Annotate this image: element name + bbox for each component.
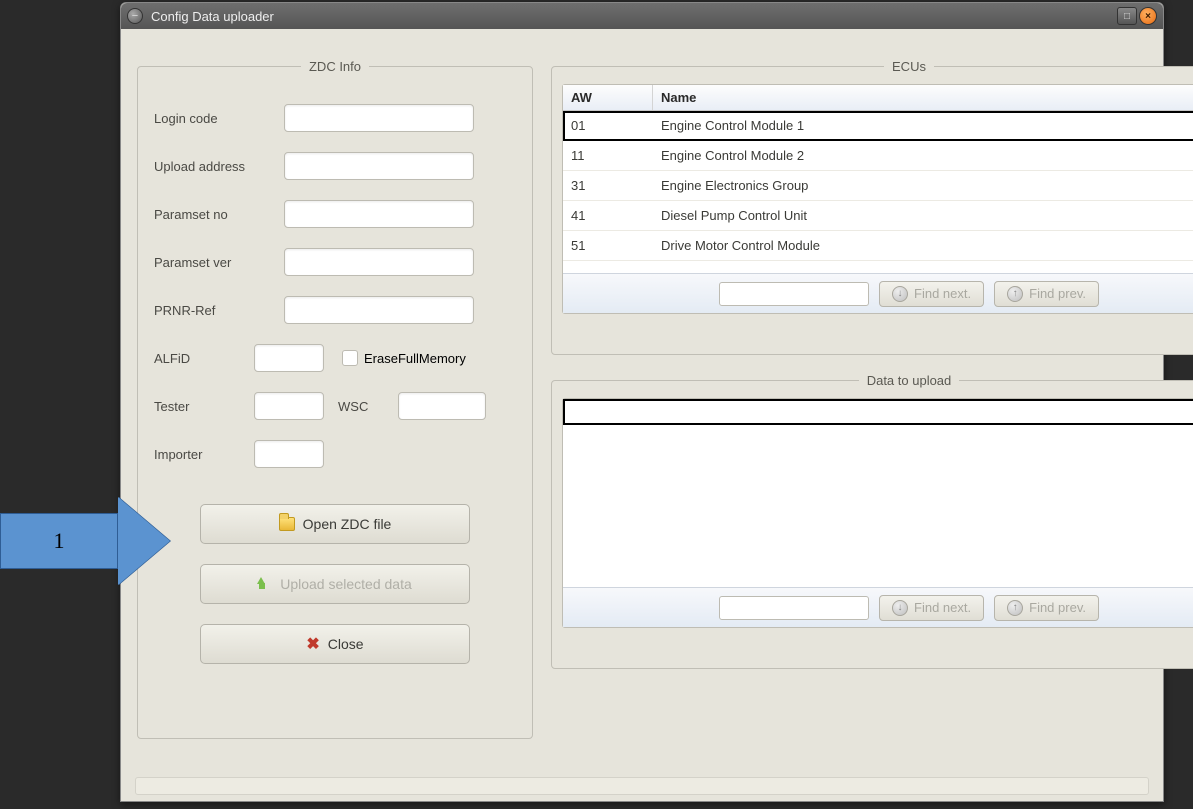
ecus-group: ECUs AW Name 01Engine Control Module 111… xyxy=(551,59,1193,355)
upload-selected-data-button[interactable]: Upload selected data xyxy=(200,564,470,604)
ecu-aw-cell: 31 xyxy=(563,178,653,193)
alfid-input[interactable] xyxy=(254,344,324,372)
erase-full-memory-label: EraseFullMemory xyxy=(364,351,466,366)
data-upload-find-input[interactable] xyxy=(719,596,869,620)
login-code-label: Login code xyxy=(154,111,284,126)
open-zdc-file-button[interactable]: Open ZDC file xyxy=(200,504,470,544)
data-upload-find-next-button[interactable]: ↓ Find next. xyxy=(879,595,984,621)
table-row[interactable]: 41Diesel Pump Control Unit xyxy=(563,201,1193,231)
paramset-no-input[interactable] xyxy=(284,200,474,228)
ecu-name-cell: Engine Electronics Group xyxy=(653,178,1193,193)
table-row[interactable]: 51Drive Motor Control Module xyxy=(563,231,1193,261)
close-label: Close xyxy=(328,636,364,652)
window-close-button[interactable]: × xyxy=(1139,7,1157,25)
table-row[interactable]: 31Engine Electronics Group xyxy=(563,171,1193,201)
ecus-find-prev-label: Find prev. xyxy=(1029,286,1086,301)
close-x-icon: ✖ xyxy=(306,634,319,654)
prnr-ref-label: PRNR-Ref xyxy=(154,303,284,318)
arrow-up-circle-icon: ↑ xyxy=(1007,286,1023,302)
login-code-input[interactable] xyxy=(284,104,474,132)
ecus-find-next-label: Find next. xyxy=(914,286,971,301)
data-to-upload-legend: Data to upload xyxy=(859,373,960,388)
ecu-name-cell: Engine Control Module 1 xyxy=(653,118,1193,133)
tester-label: Tester xyxy=(154,399,254,414)
ecus-find-bar: ↓ Find next. ↑ Find prev. xyxy=(563,273,1193,313)
titlebar[interactable]: − Config Data uploader □ × xyxy=(121,3,1163,29)
annotation-label: 1 xyxy=(0,513,118,569)
ecu-name-cell: Drive Motor Control Module xyxy=(653,238,1193,253)
zdc-info-group: ZDC Info Login code Upload address Param… xyxy=(137,59,533,739)
window-system-icon[interactable]: − xyxy=(127,8,143,24)
alfid-label: ALFiD xyxy=(154,351,254,366)
open-zdc-file-label: Open ZDC file xyxy=(303,516,392,532)
ecus-find-next-button[interactable]: ↓ Find next. xyxy=(879,281,984,307)
upload-selected-label: Upload selected data xyxy=(280,576,412,592)
ecus-table-header: AW Name xyxy=(563,85,1193,111)
data-to-upload-group: Data to upload ▲ ▼ ↓ Find next. xyxy=(551,373,1193,669)
importer-label: Importer xyxy=(154,447,254,462)
data-upload-find-bar: ↓ Find next. ↑ Find prev. xyxy=(563,587,1193,627)
ecus-table: AW Name 01Engine Control Module 111Engin… xyxy=(562,84,1193,314)
ecu-aw-cell: 41 xyxy=(563,208,653,223)
upload-address-label: Upload address xyxy=(154,159,284,174)
arrow-down-circle-icon: ↓ xyxy=(892,600,908,616)
close-button[interactable]: ✖ Close xyxy=(200,624,470,664)
ecus-find-prev-button[interactable]: ↑ Find prev. xyxy=(994,281,1099,307)
annotation-arrow-1: 1 xyxy=(0,497,170,585)
upload-address-input[interactable] xyxy=(284,152,474,180)
arrow-right-icon xyxy=(118,497,170,585)
upload-icon xyxy=(258,577,272,591)
folder-open-icon xyxy=(279,517,295,531)
paramset-ver-label: Paramset ver xyxy=(154,255,284,270)
prnr-ref-input[interactable] xyxy=(284,296,474,324)
ecu-name-cell: Diesel Pump Control Unit xyxy=(653,208,1193,223)
window-title: Config Data uploader xyxy=(151,9,1117,24)
ecus-find-input[interactable] xyxy=(719,282,869,306)
config-data-uploader-window: − Config Data uploader □ × ZDC Info Logi… xyxy=(120,2,1164,802)
arrow-down-circle-icon: ↓ xyxy=(892,286,908,302)
ecus-table-body[interactable]: 01Engine Control Module 111Engine Contro… xyxy=(563,111,1193,273)
list-item[interactable] xyxy=(563,399,1193,425)
ecu-name-cell: Engine Control Module 2 xyxy=(653,148,1193,163)
wsc-input[interactable] xyxy=(398,392,486,420)
table-row[interactable]: 11Engine Control Module 2 xyxy=(563,141,1193,171)
zdc-info-legend: ZDC Info xyxy=(301,59,369,74)
erase-full-memory-checkbox[interactable] xyxy=(342,350,358,366)
data-upload-list: ▲ ▼ ↓ Find next. ↑ Find prev. xyxy=(562,398,1193,628)
importer-input[interactable] xyxy=(254,440,324,468)
data-upload-find-next-label: Find next. xyxy=(914,600,971,615)
ecus-col-aw[interactable]: AW xyxy=(563,85,653,110)
ecus-col-name[interactable]: Name xyxy=(653,85,1193,110)
arrow-up-circle-icon: ↑ xyxy=(1007,600,1023,616)
table-row[interactable]: 01Engine Control Module 1 xyxy=(563,111,1193,141)
wsc-label: WSC xyxy=(338,399,398,414)
status-bar xyxy=(135,777,1149,795)
paramset-ver-input[interactable] xyxy=(284,248,474,276)
ecu-aw-cell: 11 xyxy=(563,148,653,163)
ecus-legend: ECUs xyxy=(884,59,934,74)
tester-input[interactable] xyxy=(254,392,324,420)
ecu-aw-cell: 01 xyxy=(563,118,653,133)
ecu-aw-cell: 51 xyxy=(563,238,653,253)
window-maximize-button[interactable]: □ xyxy=(1117,7,1137,25)
paramset-no-label: Paramset no xyxy=(154,207,284,222)
data-upload-find-prev-button[interactable]: ↑ Find prev. xyxy=(994,595,1099,621)
data-upload-find-prev-label: Find prev. xyxy=(1029,600,1086,615)
data-upload-list-body[interactable]: ▲ ▼ xyxy=(563,399,1193,587)
